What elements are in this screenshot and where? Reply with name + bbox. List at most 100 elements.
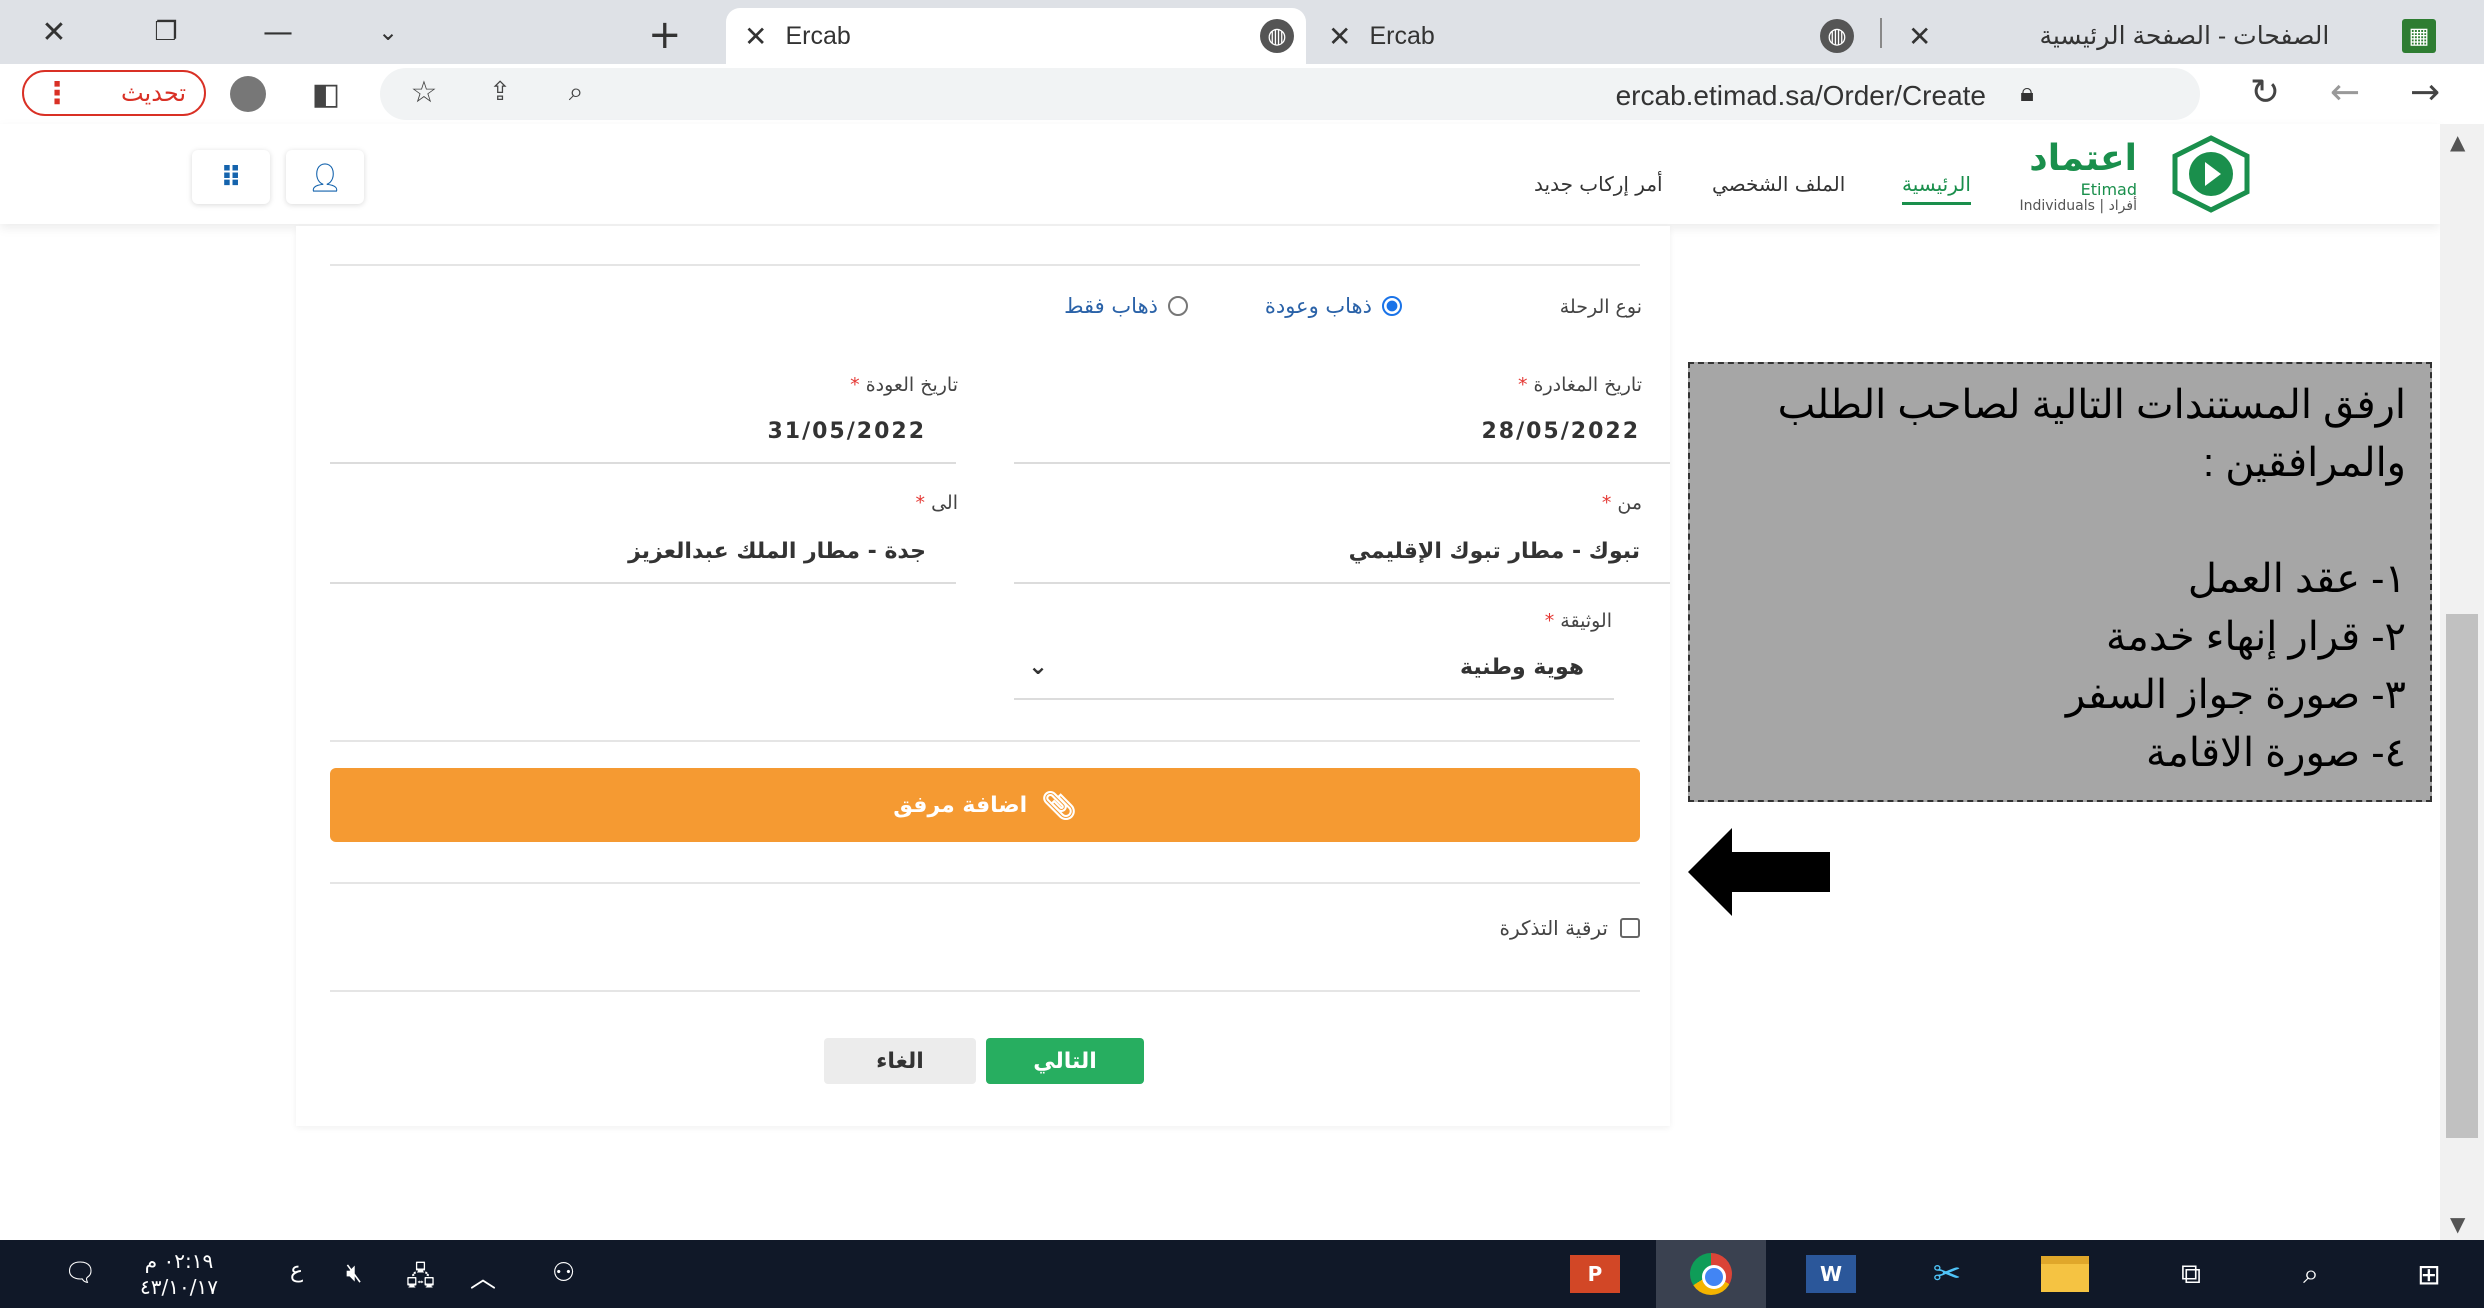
tab-home[interactable]: ✕ الصفحات - الصفحة الرئيسية ▦ bbox=[1890, 8, 2450, 64]
tab-close-icon[interactable]: ✕ bbox=[1328, 20, 1351, 53]
chrome-app[interactable] bbox=[1656, 1240, 1766, 1308]
profile-icon[interactable] bbox=[228, 74, 268, 114]
radio-selected-icon[interactable] bbox=[1382, 296, 1402, 316]
tab-title: الصفحات - الصفحة الرئيسية bbox=[2039, 22, 2330, 50]
radio-round-trip[interactable]: ذهاب وعودة bbox=[1265, 294, 1402, 318]
people-icon[interactable]: ⚇ bbox=[552, 1258, 575, 1288]
start-button[interactable]: ⊞ bbox=[2374, 1240, 2484, 1308]
vertical-scrollbar[interactable]: ▲ ▼ bbox=[2440, 124, 2484, 1240]
volume-muted-icon[interactable]: 🔇︎ bbox=[346, 1258, 362, 1289]
checkbox-icon[interactable] bbox=[1620, 918, 1640, 938]
document-label-text: الوثيقة bbox=[1560, 610, 1612, 632]
globe-favicon-icon: ◍ bbox=[1260, 19, 1294, 53]
side-panel-icon[interactable]: ◧ bbox=[306, 74, 346, 114]
required-mark: * bbox=[1601, 492, 1612, 514]
return-date-label: تاريخ العودة * bbox=[850, 374, 958, 396]
to-value: جدة - مطار الملك عبدالعزيز bbox=[628, 538, 926, 564]
taskbar-clock[interactable]: ٠٢:١٩ م ٤٣/١٠/١٧ bbox=[140, 1248, 218, 1300]
departure-date-field[interactable]: 28/05/2022 bbox=[1014, 400, 1670, 464]
divider bbox=[330, 882, 1640, 884]
task-view-icon: ⧉ bbox=[2181, 1257, 2201, 1290]
scrollbar-thumb[interactable] bbox=[2446, 614, 2478, 1138]
clock-date: ٤٣/١٠/١٧ bbox=[140, 1275, 218, 1299]
add-attachment-button[interactable]: 📎︎ اضافة مرفق bbox=[330, 768, 1640, 842]
document-label: الوثيقة * bbox=[1545, 610, 1612, 632]
nav-home[interactable]: الرئيسية bbox=[1902, 172, 1971, 205]
back-arrow-icon[interactable]: ← bbox=[2330, 72, 2360, 113]
user-icon: 👤︎ bbox=[307, 160, 343, 194]
tab-ercab-active[interactable]: ✕ Ercab ◍ bbox=[726, 8, 1306, 64]
chevron-down-icon: ⌄ bbox=[1028, 652, 1049, 680]
url-text[interactable]: ercab.etimad.sa/Order/Create bbox=[1616, 80, 1986, 112]
file-explorer-app[interactable] bbox=[2010, 1240, 2120, 1308]
document-select[interactable]: هوية وطنية ⌄ bbox=[1014, 636, 1614, 700]
trip-type-label: نوع الرحلة bbox=[1559, 296, 1642, 318]
search-icon: ⌕ bbox=[2303, 1257, 2319, 1290]
radio-unselected-icon[interactable] bbox=[1168, 296, 1188, 316]
from-value: تبوك - مطار تبوك الإقليمي bbox=[1348, 538, 1640, 564]
to-label-text: الى bbox=[931, 492, 958, 514]
windows-logo-icon: ⊞ bbox=[2417, 1257, 2441, 1291]
close-window-icon[interactable]: ✕ bbox=[22, 6, 86, 58]
return-date-field[interactable]: 31/05/2022 bbox=[330, 400, 956, 464]
powerpoint-app[interactable]: P bbox=[1540, 1240, 1650, 1308]
language-indicator[interactable]: ع bbox=[290, 1258, 303, 1283]
forward-arrow-icon[interactable]: → bbox=[2410, 72, 2440, 113]
network-icon[interactable]: 🖧 bbox=[406, 1258, 435, 1302]
radio-one-way-label: ذهاب فقط bbox=[1064, 294, 1158, 318]
from-label: من * bbox=[1602, 492, 1642, 514]
task-view-button[interactable]: ⧉ bbox=[2136, 1240, 2246, 1308]
update-label: تحديث bbox=[120, 79, 186, 107]
zoom-icon[interactable]: ⌕ bbox=[556, 72, 596, 112]
notifications-icon[interactable]: 🗨︎ bbox=[64, 1258, 97, 1288]
required-mark: * bbox=[915, 492, 926, 514]
logo-english: Etimad bbox=[2080, 180, 2137, 199]
update-button[interactable]: ⋮ تحديث bbox=[22, 70, 206, 116]
chevron-up-icon[interactable]: ︿ bbox=[470, 1258, 496, 1295]
user-account-button[interactable]: 👤︎ bbox=[286, 150, 364, 204]
instructions-callout: ارفق المستندات التالية لصاحب الطلب والمر… bbox=[1688, 362, 2432, 802]
to-field[interactable]: جدة - مطار الملك عبدالعزيز bbox=[330, 520, 956, 584]
cancel-button[interactable]: الغاء bbox=[824, 1038, 976, 1084]
reload-icon[interactable]: ↻ bbox=[2250, 72, 2280, 113]
tab-close-icon[interactable]: ✕ bbox=[744, 20, 767, 53]
next-button[interactable]: التالي bbox=[986, 1038, 1144, 1084]
callout-item: ٣- صورة جواز السفر bbox=[2065, 673, 2406, 717]
from-field[interactable]: تبوك - مطار تبوك الإقليمي bbox=[1014, 520, 1670, 584]
etimad-logo[interactable]: اعتماد Etimad Individuals | أفراد bbox=[1937, 134, 2257, 214]
share-icon[interactable]: ⇪ bbox=[480, 72, 520, 112]
search-button[interactable]: ⌕ bbox=[2256, 1240, 2366, 1308]
add-attachment-label: اضافة مرفق bbox=[893, 792, 1028, 818]
required-mark: * bbox=[1518, 374, 1528, 396]
apps-grid-icon: ⠿ bbox=[220, 160, 242, 194]
tab-title: Ercab bbox=[1369, 21, 1435, 50]
lock-icon[interactable]: 🔒︎ bbox=[2020, 78, 2034, 109]
scroll-down-icon[interactable]: ▼ bbox=[2450, 1212, 2465, 1236]
windows-taskbar: 🗨︎ ٠٢:١٩ م ٤٣/١٠/١٧ ع 🔇︎ 🖧 ︿ ⚇ P W ✂ ⧉ ⌕… bbox=[0, 1240, 2484, 1308]
radio-one-way[interactable]: ذهاب فقط bbox=[1064, 294, 1188, 318]
tab-ercab[interactable]: ✕ Ercab ◍ bbox=[1310, 8, 1870, 64]
globe-favicon-icon: ◍ bbox=[1820, 19, 1854, 53]
tab-close-icon[interactable]: ✕ bbox=[1908, 20, 1931, 53]
return-date-label-text: تاريخ العودة bbox=[865, 374, 958, 396]
upgrade-ticket-checkbox[interactable]: ترقية التذكرة bbox=[1500, 916, 1640, 940]
nav-profile[interactable]: الملف الشخصي bbox=[1712, 172, 1845, 196]
bookmark-star-icon[interactable]: ☆ bbox=[404, 72, 444, 112]
return-date-value: 31/05/2022 bbox=[767, 418, 926, 444]
nav-new-order[interactable]: أمر إركاب جديد bbox=[1534, 172, 1663, 196]
left-arrow-icon bbox=[1688, 828, 1830, 916]
snip-app[interactable]: ✂ bbox=[1892, 1240, 2002, 1308]
etimad-logo-icon bbox=[2172, 135, 2250, 213]
departure-date-label: تاريخ المغادرة * bbox=[1518, 374, 1642, 396]
word-app[interactable]: W bbox=[1776, 1240, 1886, 1308]
tab-title: Ercab bbox=[785, 21, 851, 50]
scroll-up-icon[interactable]: ▲ bbox=[2450, 130, 2465, 154]
restore-window-icon[interactable]: ❐ bbox=[134, 6, 198, 58]
new-tab-plus-icon[interactable]: + bbox=[648, 12, 682, 58]
to-label: الى * bbox=[916, 492, 958, 514]
folder-icon bbox=[2041, 1256, 2089, 1292]
apps-grid-button[interactable]: ⠿ bbox=[192, 150, 270, 204]
address-bar[interactable]: ☆ ⇪ ⌕ ercab.etimad.sa/Order/Create 🔒︎ bbox=[380, 68, 2200, 120]
tab-search-chevron-icon[interactable]: ⌄ bbox=[356, 6, 420, 58]
minimize-window-icon[interactable]: — bbox=[246, 6, 310, 58]
